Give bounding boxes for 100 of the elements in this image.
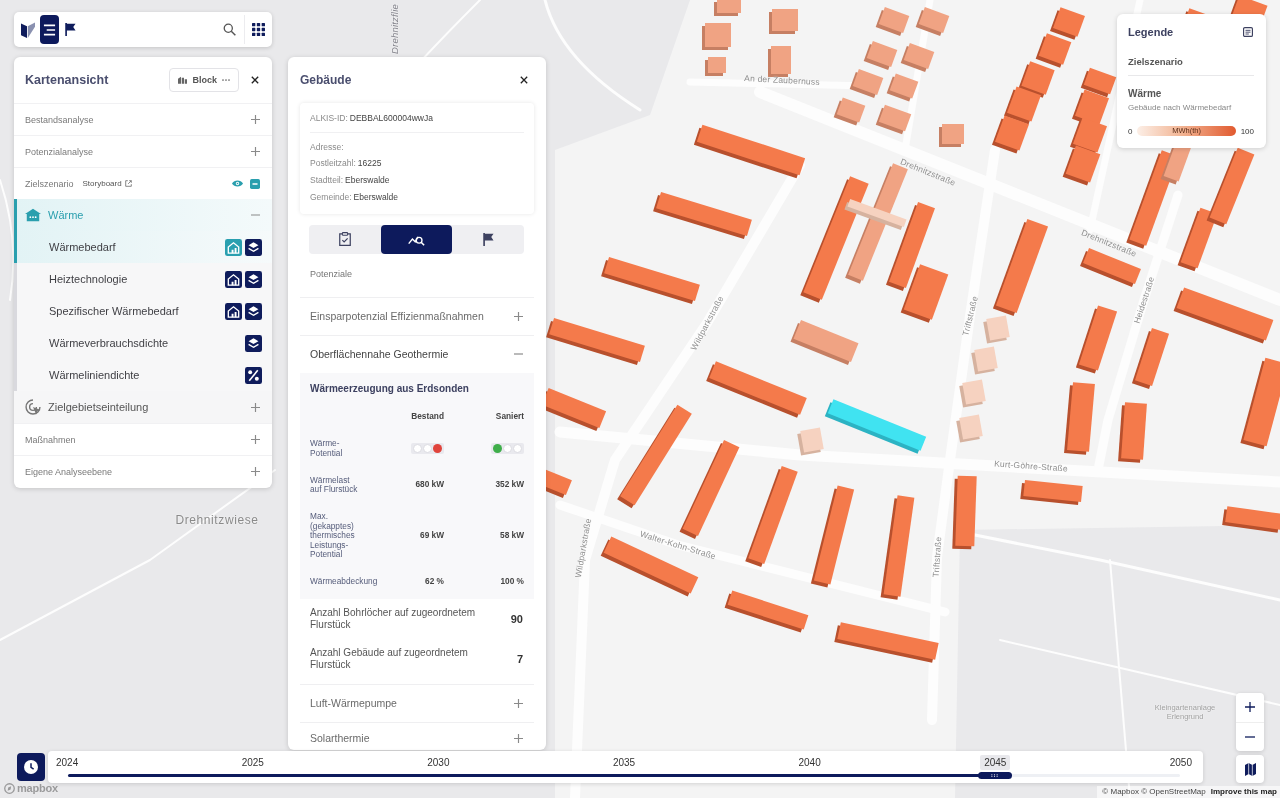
- year-tab[interactable]: 2024: [52, 755, 83, 770]
- logo-icon: [20, 21, 35, 38]
- improve-map-link[interactable]: Improve this map: [1210, 787, 1277, 796]
- close-icon: [520, 76, 528, 84]
- view-mode-button[interactable]: Block: [169, 68, 239, 92]
- storyboard-link[interactable]: Storyboard: [82, 179, 132, 188]
- timeline-track[interactable]: [68, 774, 1180, 777]
- building: [714, 0, 741, 16]
- year-tab[interactable]: 2050: [1165, 755, 1196, 770]
- building: [705, 57, 726, 76]
- table-cell-text: 352 kW: [494, 478, 524, 492]
- flag-icon: [482, 232, 494, 246]
- grip-icon: [991, 774, 999, 777]
- building: [863, 41, 898, 70]
- map-icon: [1244, 762, 1256, 776]
- accordion-header[interactable]: Oberflächennahe Geothermie: [300, 334, 534, 373]
- layer-item[interactable]: Wärmeverbrauchsdichte: [14, 327, 272, 359]
- street-label: An der Zaubernuss: [743, 73, 821, 87]
- group-title: Wärme: [48, 209, 84, 221]
- layer-item[interactable]: Wärmeliniendichte: [14, 359, 272, 391]
- panel-title: Gebäude: [300, 73, 352, 87]
- table-cell-text: 100 %: [499, 575, 524, 588]
- building: [900, 43, 935, 72]
- building: [1050, 7, 1085, 40]
- building: [833, 97, 866, 126]
- layers-icon[interactable]: [245, 334, 262, 352]
- layer-item[interactable]: Heiztechnologie: [14, 263, 272, 295]
- year-tab[interactable]: 2035: [608, 755, 640, 770]
- search-icon[interactable]: [222, 23, 236, 36]
- building: [992, 115, 1029, 154]
- building: [1222, 506, 1280, 533]
- close-icon: [251, 76, 259, 84]
- accordion-header[interactable]: Solarthermie: [300, 721, 534, 750]
- year-tab[interactable]: 2040: [794, 755, 825, 770]
- year-tab[interactable]: 2025: [237, 755, 268, 770]
- legend-scenario: Zielszenario: [1128, 48, 1254, 76]
- minus-icon: [1245, 735, 1255, 738]
- building: [915, 7, 950, 36]
- building: [971, 346, 998, 375]
- column-header: Bestand: [410, 410, 444, 423]
- metric-label: Anzahl Bohrlöcher auf zugeordnetem Flurstück: [310, 606, 477, 631]
- plus-icon[interactable]: [251, 147, 260, 156]
- collapse-icon[interactable]: [250, 178, 260, 189]
- analysis-tab[interactable]: [380, 224, 453, 254]
- house-icon: [25, 208, 41, 222]
- row-label: Wärmelast auf Flurstück: [310, 473, 359, 496]
- building: [702, 23, 731, 50]
- plus-icon[interactable]: [251, 467, 260, 476]
- accordion-header[interactable]: Einsparpotenzial Effizienmaßnahmen: [300, 296, 534, 335]
- building: [769, 9, 798, 34]
- compass-icon: [4, 782, 15, 794]
- house-chart-icon[interactable]: [225, 270, 242, 288]
- building: [959, 379, 986, 408]
- building: [1075, 305, 1118, 374]
- list-icon: [42, 23, 56, 36]
- row-label: Max. (gekapptes) thermisches Leistungs- Potential: [310, 510, 356, 561]
- timeline-handle[interactable]: [977, 772, 1012, 779]
- layers-icon[interactable]: [245, 302, 262, 320]
- target-cursor-icon: [25, 399, 41, 415]
- table-cell-text: 69 kW: [419, 529, 444, 542]
- street-label: Kurt-Göhre-Straße: [993, 458, 1069, 474]
- info-label: Postleitzahl:: [310, 157, 356, 171]
- close-button[interactable]: [519, 75, 529, 85]
- layers-menu-button[interactable]: [39, 15, 59, 44]
- section-title: Potenzialanalyse: [25, 146, 94, 157]
- layer-item[interactable]: Spezifischer Wärmebedarf: [14, 295, 272, 327]
- accordion-header[interactable]: Luft-Wärmepumpe: [300, 683, 534, 722]
- info-value: 16225: [357, 157, 382, 171]
- stream-label: Drehnitzflie: [388, 4, 400, 54]
- metric-value: 90: [510, 612, 523, 625]
- percent-icon[interactable]: [245, 366, 262, 384]
- timeline-button[interactable]: [17, 753, 45, 781]
- building: [1035, 33, 1072, 68]
- document-icon[interactable]: [1243, 27, 1253, 37]
- building: [886, 73, 919, 102]
- layer-item[interactable]: Wärmebedarf: [14, 231, 272, 263]
- eye-icon[interactable]: [232, 180, 243, 187]
- layers-icon[interactable]: [245, 270, 262, 288]
- year-tab[interactable]: 2045: [980, 755, 1011, 770]
- close-button[interactable]: [250, 75, 260, 85]
- building: [875, 7, 910, 36]
- plus-icon[interactable]: [251, 115, 260, 124]
- plus-icon: [1245, 702, 1255, 713]
- metric-value: 7: [516, 652, 523, 665]
- basemap-button[interactable]: [1236, 755, 1264, 783]
- info-value: Eberswalde: [345, 174, 390, 188]
- plus-icon[interactable]: [251, 402, 260, 412]
- metric-label: Anzahl Gebäude auf zugeordnetem Flurstück: [310, 646, 469, 671]
- building: [1062, 145, 1101, 186]
- section-title: Bestandsanalyse: [25, 114, 94, 125]
- group-title: Zielgebietseinteilung: [48, 401, 149, 413]
- map-logo-text: mapbox: [17, 782, 58, 794]
- place-label: Drehnitzwiese: [175, 513, 259, 527]
- section-caption: Potenziale: [310, 268, 354, 279]
- plus-icon[interactable]: [251, 435, 260, 444]
- year-tab[interactable]: 2030: [423, 755, 454, 770]
- table-cell-text: 58 kW: [499, 529, 524, 542]
- house-chart-icon[interactable]: [225, 302, 242, 320]
- section-title: Eigene Analyseebene: [25, 466, 113, 477]
- layers-icon[interactable]: [245, 238, 262, 256]
